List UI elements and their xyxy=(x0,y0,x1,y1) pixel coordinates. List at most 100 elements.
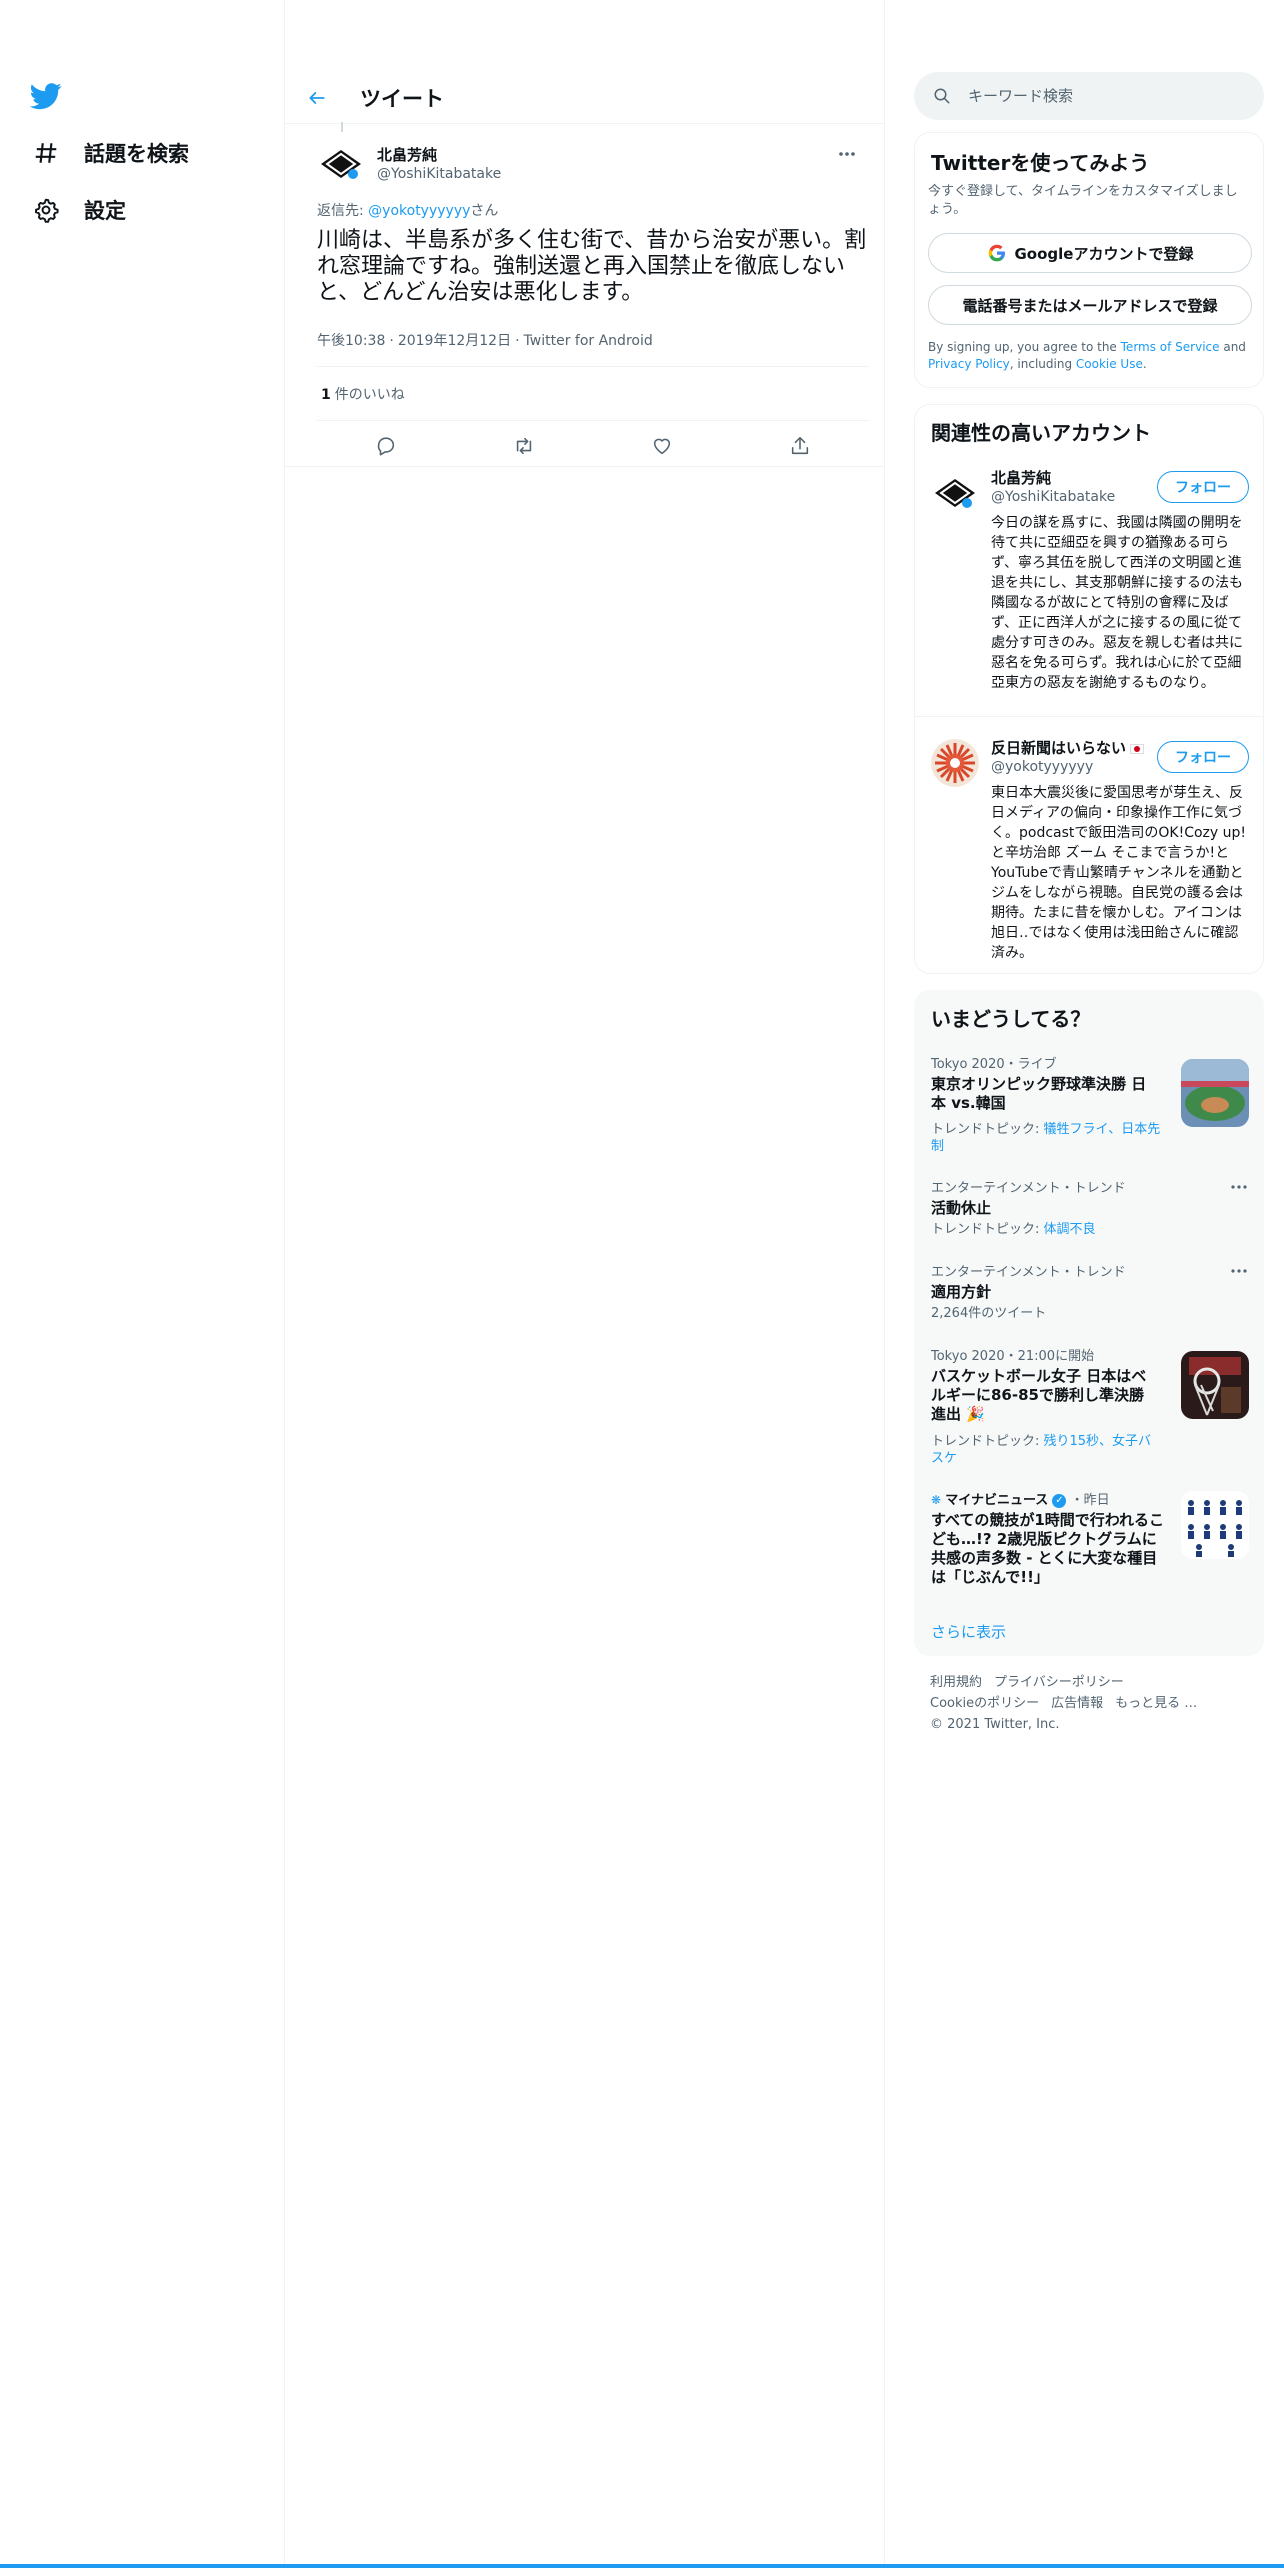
author-name[interactable]: 北畠芳純 xyxy=(377,144,437,165)
likes-count: 1 xyxy=(321,387,331,403)
trends-card: いまどうしてる？ Tokyo 2020・ライブ 東京オリンピック野球準決勝 日本… xyxy=(914,990,1264,1656)
reply-to-line: 返信先: @yokotyyyyyyさん xyxy=(317,200,498,220)
share-button[interactable] xyxy=(783,429,817,463)
likes-stat[interactable]: 1 件のいいね xyxy=(321,384,405,404)
heart-icon xyxy=(653,438,671,455)
bottom-accent-bar xyxy=(0,2564,1284,2568)
signup-subtitle: 今すぐ登録して、タイムラインをカスタマイズしましょう。 xyxy=(928,184,1238,217)
legal-text: By signing up, you agree to the xyxy=(928,340,1121,354)
tweet-text: 川崎は、半島系が多く住む街で、昔から治安が悪い。割れ窓理論ですね。強制送還と再入… xyxy=(317,228,867,305)
cookie-link[interactable]: Cookie Use xyxy=(1076,357,1143,371)
gear-icon xyxy=(32,196,60,224)
search-input[interactable] xyxy=(968,87,1248,105)
legal-text: and xyxy=(1219,340,1246,354)
trend-item[interactable]: エンターテインメント・トレンド 活動休止 トレンドトピック: 体調不良 xyxy=(915,1177,1265,1247)
account-name-text: 反日新聞はいらない xyxy=(991,739,1127,757)
account-handle[interactable]: @YoshiKitabatake xyxy=(991,489,1115,505)
nav-settings[interactable]: 設定 xyxy=(32,190,126,230)
main-column: ツイート 北畠芳純 @YoshiKitabatake 返信先: @yokotyy… xyxy=(285,0,885,2568)
follow-button[interactable]: フォロー xyxy=(1157,741,1249,773)
like-button[interactable] xyxy=(645,429,679,463)
footer-terms-link[interactable]: 利用規約 xyxy=(930,1675,982,1690)
trend-item[interactable]: エンターテインメント・トレンド 適用方針 2,264件のツイート xyxy=(915,1261,1265,1327)
news-source-name: マイナビニュース xyxy=(945,1493,1049,1508)
tweet-source[interactable]: Twitter for Android xyxy=(524,333,653,349)
twitter-bird-icon[interactable] xyxy=(29,80,62,112)
signup-legal-text: By signing up, you agree to the Terms of… xyxy=(928,339,1254,373)
reply-to-suffix: さん xyxy=(470,203,499,219)
account-avatar[interactable] xyxy=(931,469,979,517)
google-signup-button[interactable]: Googleアカウントで登録 xyxy=(928,233,1252,273)
reply-to-handle-link[interactable]: @yokotyyyyyy xyxy=(368,203,470,219)
footer-row: 利用規約 プライバシーポリシー xyxy=(930,1672,1260,1693)
trend-topic-prefix: トレンドトピック: xyxy=(931,1122,1044,1137)
account-avatar[interactable] xyxy=(931,739,979,787)
left-nav: 話題を検索 設定 xyxy=(0,0,285,2568)
nav-explore[interactable]: 話題を検索 xyxy=(32,133,189,173)
thread-connector xyxy=(341,122,343,132)
account-name[interactable]: 北畠芳純 xyxy=(991,467,1051,488)
footer-privacy-link[interactable]: プライバシーポリシー xyxy=(994,1675,1124,1690)
share-icon xyxy=(791,436,809,455)
trend-item[interactable]: ❋ マイナビニュース ✓ ・昨日 すべての競技が1時間で行われるこども…!? 2… xyxy=(915,1489,1265,1605)
phone-email-signup-button[interactable]: 電話番号またはメールアドレスで登録 xyxy=(928,285,1252,325)
trend-thumbnail-pictogram xyxy=(1181,1491,1249,1559)
retweet-icon xyxy=(516,437,532,455)
follow-button[interactable]: フォロー xyxy=(1157,471,1249,503)
news-source-logo-icon: ❋ xyxy=(931,1493,942,1507)
reply-icon xyxy=(377,437,395,456)
tweet-date[interactable]: 2019年12月12日 xyxy=(398,333,511,349)
hashtag-icon xyxy=(32,139,60,167)
tweet-author-row: 北畠芳純 @YoshiKitabatake xyxy=(301,132,869,192)
author-avatar[interactable] xyxy=(317,140,365,188)
account-name[interactable]: 反日新聞はいらない xyxy=(991,737,1145,758)
google-signup-label: Googleアカウントで登録 xyxy=(1014,244,1194,263)
trend-tweet-count: 2,264件のツイート xyxy=(931,1306,1047,1321)
terms-link[interactable]: Terms of Service xyxy=(1121,340,1220,354)
more-dots-icon[interactable] xyxy=(1227,1261,1251,1281)
trend-topic-links[interactable]: 体調不良 xyxy=(1044,1222,1096,1237)
trend-title: バスケットボール女子 日本はベルギーに86-85で勝利し準決勝進出 🎉 xyxy=(931,1367,1147,1423)
account-bio: 今日の謀を爲すに、我國は隣國の開明を待て共に亞細亞を興すの猶豫ある可らず、寧ろ其… xyxy=(991,515,1243,691)
trend-topics: トレンドトピック: 残り15秒、女子バスケ xyxy=(931,1433,1161,1467)
divider xyxy=(285,466,885,467)
reply-to-prefix: 返信先: xyxy=(317,203,369,219)
account-cell[interactable]: 反日新聞はいらない @yokotyyyyyy フォロー 東日本大震災後に愛国思考… xyxy=(915,727,1263,971)
footer-more-link[interactable]: もっと見る … xyxy=(1115,1696,1197,1711)
reply-button[interactable] xyxy=(369,429,403,463)
more-options-button[interactable] xyxy=(835,142,859,166)
meta-separator: · xyxy=(515,333,520,349)
signup-card: Twitterを使ってみよう 今すぐ登録して、タイムラインをカスタマイズしましょ… xyxy=(914,132,1264,388)
verified-badge-icon: ✓ xyxy=(1052,1493,1067,1508)
search-bar[interactable] xyxy=(914,72,1264,120)
tweet-time[interactable]: 午後10:38 xyxy=(317,333,385,349)
privacy-link[interactable]: Privacy Policy xyxy=(928,357,1010,371)
legal-text: . xyxy=(1142,357,1147,371)
trend-thumbnail-baseball xyxy=(1181,1059,1249,1127)
trend-title: 適用方針 xyxy=(931,1283,992,1301)
trend-item[interactable]: Tokyo 2020・21:00に開始 バスケットボール女子 日本はベルギーに8… xyxy=(915,1345,1265,1479)
page-title: ツイート xyxy=(360,86,444,111)
likes-label: 件のいいね xyxy=(334,387,405,403)
trend-topic-prefix: トレンドトピック: xyxy=(931,1222,1044,1237)
trend-context: Tokyo 2020・ライブ xyxy=(931,1057,1057,1072)
news-time: ・昨日 xyxy=(1070,1493,1110,1508)
trend-item[interactable]: Tokyo 2020・ライブ 東京オリンピック野球準決勝 日本 vs.韓国 トレ… xyxy=(915,1053,1265,1173)
more-dots-icon[interactable] xyxy=(1227,1177,1251,1197)
related-title: 関連性の高いアカウント xyxy=(931,421,1151,445)
nav-explore-label: 話題を検索 xyxy=(84,142,189,166)
retweet-button[interactable] xyxy=(507,429,541,463)
account-cell[interactable]: 北畠芳純 @YoshiKitabatake フォロー 今日の謀を爲すに、我國は隣… xyxy=(915,457,1263,717)
footer-ads-link[interactable]: 広告情報 xyxy=(1051,1696,1103,1711)
back-button[interactable] xyxy=(300,81,334,115)
account-handle[interactable]: @yokotyyyyyy xyxy=(991,759,1093,775)
meta-separator: · xyxy=(389,333,394,349)
footer-cookie-link[interactable]: Cookieのポリシー xyxy=(930,1696,1039,1711)
divider xyxy=(317,420,869,421)
trend-title: 活動休止 xyxy=(931,1199,992,1217)
trend-topics: トレンドトピック: 体調不良 xyxy=(931,1221,1161,1238)
trend-news-source-row: ❋ マイナビニュース ✓ ・昨日 xyxy=(931,1489,1110,1508)
show-more-link[interactable]: さらに表示 xyxy=(931,1621,1006,1642)
author-handle[interactable]: @YoshiKitabatake xyxy=(377,166,501,182)
japan-flag-icon xyxy=(1130,743,1145,754)
